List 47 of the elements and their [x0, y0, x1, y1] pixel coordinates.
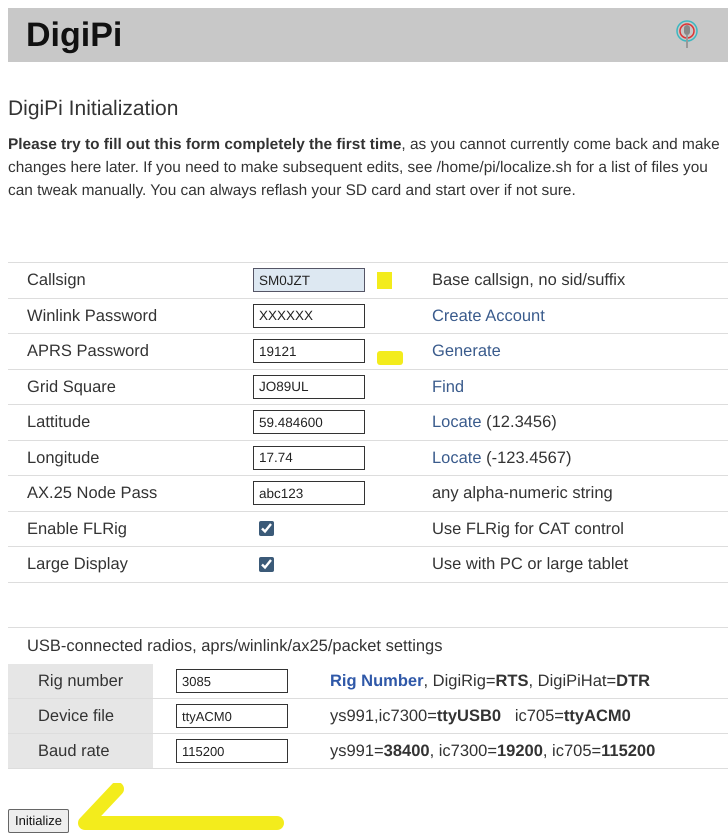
- setting-label: Baud rate: [8, 734, 153, 768]
- input-field[interactable]: abc123: [253, 481, 365, 506]
- setting-label: Callsign: [26, 270, 87, 292]
- setting-label: Large Display: [26, 554, 129, 576]
- help-link[interactable]: Find: [432, 378, 464, 396]
- input-field[interactable]: JO89UL: [253, 374, 365, 399]
- input-field[interactable]: XXXXXX: [253, 304, 365, 328]
- setting-note: (-123.4567): [485, 448, 572, 467]
- input-field[interactable]: 19121: [253, 339, 365, 364]
- setting-note: Base callsign, no sid/suffix: [432, 271, 626, 290]
- page-heading: DigiPi Initialization: [8, 96, 180, 122]
- section-title: USB-connected radios, aprs/winlink/ax25/packet settings: [26, 636, 444, 657]
- input-field[interactable]: SM0JZT: [253, 268, 365, 292]
- input-field[interactable]: 3085: [176, 669, 288, 694]
- highlight-mark: [377, 351, 403, 366]
- setting-label: Rig number: [8, 664, 153, 698]
- highlight-mark: [377, 272, 392, 289]
- setting-note: any alpha-numeric string: [432, 484, 613, 502]
- setting-label: Winlink Password: [26, 306, 158, 327]
- microphone-icon: [676, 20, 698, 50]
- setting-note: ys991,ic7300=ttyUSB0 ic705=ttyACM0: [330, 707, 631, 726]
- setting-note: Use with PC or large tablet: [432, 555, 628, 574]
- help-link[interactable]: Generate: [432, 342, 501, 360]
- input-field[interactable]: 59.484600: [253, 410, 365, 434]
- input-field[interactable]: ttyACM0: [176, 704, 288, 728]
- checkbox[interactable]: [259, 556, 274, 572]
- help-link[interactable]: Rig Number: [330, 672, 424, 690]
- setting-label: APRS Password: [26, 341, 150, 362]
- initialize-button[interactable]: Initialize: [8, 809, 69, 833]
- setting-label: Longitude: [26, 448, 100, 469]
- setting-note: , DigiRig=RTS, DigiPiHat=DTR: [424, 672, 650, 690]
- setting-label: Enable FLRig: [26, 518, 128, 540]
- intro-paragraph: Please try to fill out this form completely the first time, as you cannot currently come back and make changes here later. If you need to make subsequent edits, see /home/pi/localize.sh for a list of files you can tweak manually. You can always reflash your SD card and start over if not sure.: [8, 135, 721, 202]
- help-link[interactable]: Locate: [432, 413, 482, 432]
- site-title: DigiPi: [26, 14, 122, 56]
- help-link[interactable]: Locate: [432, 448, 482, 467]
- help-link[interactable]: Create Account: [432, 306, 545, 325]
- setting-label: Grid Square: [26, 376, 117, 398]
- setting-label: AX.25 Node Pass: [26, 483, 158, 504]
- setting-note: Use FLRig for CAT control: [432, 520, 624, 538]
- input-field[interactable]: 17.74: [253, 446, 365, 470]
- setting-label: Device file: [8, 699, 153, 734]
- setting-note: ys991=38400, ic7300=19200, ic705=115200: [330, 742, 656, 760]
- checkbox[interactable]: [259, 521, 274, 536]
- setting-label: Lattitude: [26, 412, 92, 434]
- setting-note: (12.3456): [485, 413, 557, 432]
- input-field[interactable]: 115200: [176, 739, 288, 764]
